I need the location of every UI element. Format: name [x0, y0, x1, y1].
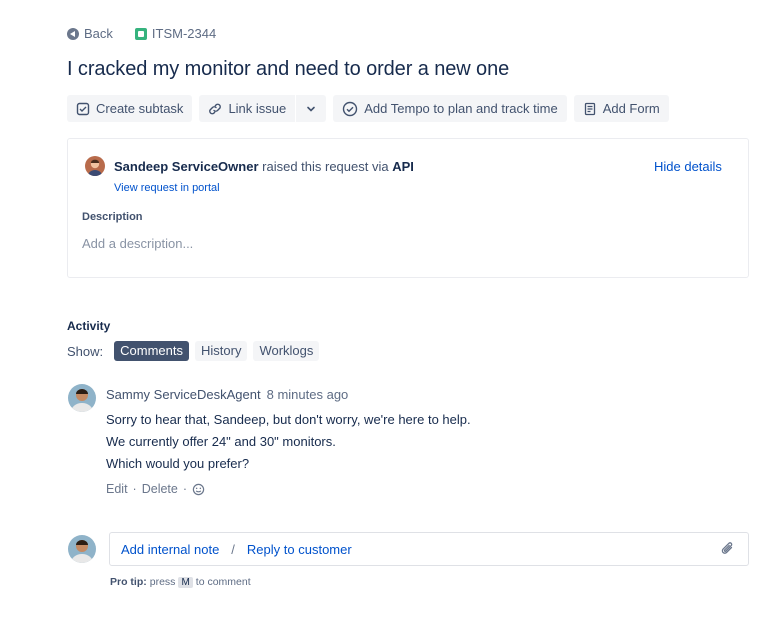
link-issue-group: Link issue	[199, 95, 327, 122]
protip-label: Pro tip:	[110, 576, 147, 588]
edit-comment-link[interactable]: Edit	[106, 482, 128, 496]
pro-tip: Pro tip: press M to comment	[110, 576, 251, 588]
action-separator: ·	[182, 482, 188, 496]
link-issue-label: Link issue	[228, 101, 287, 116]
create-subtask-label: Create subtask	[96, 101, 184, 116]
comment-line: Sorry to hear that, Sandeep, but don't w…	[106, 412, 471, 427]
reply-to-customer-link[interactable]: Reply to customer	[247, 542, 352, 557]
add-tempo-label: Add Tempo to plan and track time	[364, 101, 558, 116]
tab-comments[interactable]: Comments	[114, 341, 189, 361]
action-separator: ·	[132, 482, 137, 496]
breadcrumb: Back ITSM-2344	[67, 26, 216, 41]
tab-history[interactable]: History	[195, 341, 248, 361]
protip-press: press	[149, 576, 176, 588]
comment-composer[interactable]: Add internal note / Reply to customer	[109, 532, 749, 566]
delete-comment-link[interactable]: Delete	[142, 482, 178, 496]
reporter-avatar	[85, 156, 105, 176]
activity-filter: Show: Comments History Worklogs	[67, 341, 320, 361]
issue-key: ITSM-2344	[151, 26, 217, 41]
keyboard-shortcut-key: M	[178, 576, 193, 588]
current-user-avatar-image	[68, 535, 96, 563]
tab-worklogs[interactable]: Worklogs	[253, 341, 320, 361]
subtask-icon	[76, 102, 90, 115]
back-arrow-icon	[67, 27, 79, 40]
comment-header: Sammy ServiceDeskAgent 8 minutes ago	[106, 387, 348, 402]
add-tempo-button[interactable]: Add Tempo to plan and track time	[333, 95, 567, 122]
create-subtask-button[interactable]: Create subtask	[67, 95, 193, 122]
hide-details-link[interactable]: Hide details	[654, 159, 722, 174]
activity-heading: Activity	[67, 319, 111, 333]
add-reaction-icon[interactable]	[192, 483, 205, 496]
channel-name: API	[392, 159, 414, 174]
comment-line: Which would you prefer?	[106, 456, 250, 471]
attachment-icon[interactable]	[720, 541, 736, 557]
comment-actions: Edit · Delete ·	[106, 482, 205, 496]
raised-text: raised this request via	[262, 159, 389, 174]
agent-avatar-image	[68, 384, 96, 412]
description-label: Description	[82, 211, 143, 223]
current-user-avatar	[68, 535, 96, 563]
link-icon	[209, 103, 222, 114]
back-label: Back	[84, 26, 113, 41]
commenter-avatar	[68, 384, 96, 412]
comment-time: 8 minutes ago	[266, 387, 349, 402]
add-form-button[interactable]: Add Form	[573, 95, 669, 122]
reporter-avatar-image	[85, 156, 105, 176]
add-form-label: Add Form	[602, 101, 660, 116]
show-label: Show:	[67, 343, 104, 359]
description-field[interactable]: Add a description...	[82, 236, 193, 251]
reporter-name[interactable]: Sandeep ServiceOwner	[114, 159, 259, 174]
link-issue-dropdown[interactable]	[296, 95, 327, 122]
composer-separator: /	[231, 541, 235, 557]
link-issue-button[interactable]: Link issue	[199, 95, 296, 122]
form-icon	[584, 102, 595, 115]
check-circle-icon	[343, 101, 358, 116]
chevron-down-icon	[307, 106, 316, 112]
view-in-portal-link[interactable]: View request in portal	[114, 182, 220, 194]
issue-key-link[interactable]: ITSM-2344	[134, 26, 217, 41]
back-link[interactable]: Back	[67, 26, 113, 41]
issue-toolbar: Create subtask Link issue Add Tempo to p…	[67, 95, 669, 122]
comment-author[interactable]: Sammy ServiceDeskAgent	[106, 387, 261, 402]
issue-title[interactable]: I cracked my monitor and need to order a…	[67, 58, 509, 81]
comment-line: We currently offer 24" and 30" monitors.	[106, 434, 336, 449]
protip-suffix: to comment	[195, 576, 251, 588]
service-request-icon	[134, 27, 147, 40]
add-internal-note-link[interactable]: Add internal note	[121, 542, 219, 557]
raised-by-text: Sandeep ServiceOwner raised this request…	[114, 159, 414, 174]
